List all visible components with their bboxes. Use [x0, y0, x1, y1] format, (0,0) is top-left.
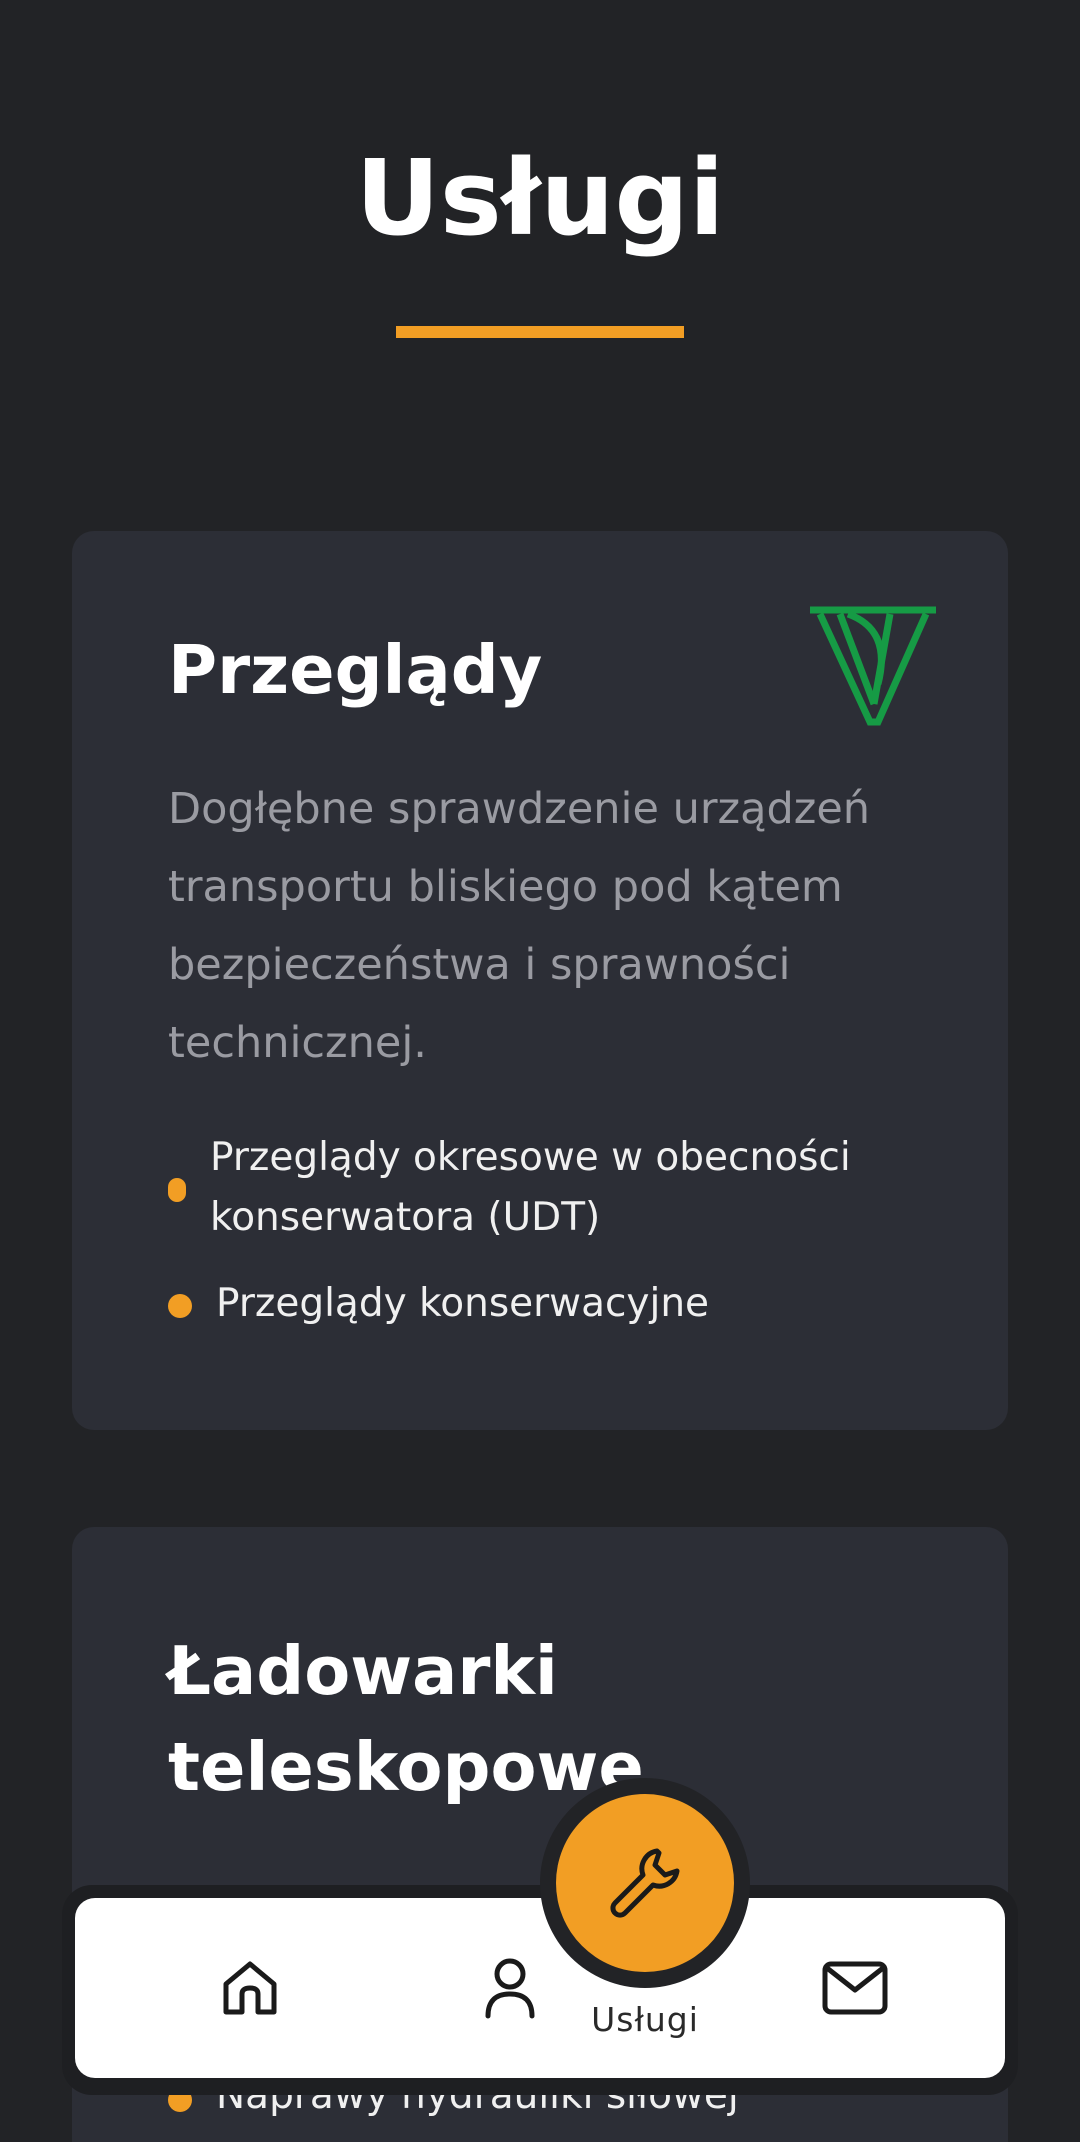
- list-item: Przeglądy okresowe w obecności konserwat…: [168, 1128, 928, 1248]
- nav-services-button[interactable]: [556, 1794, 734, 1972]
- page: Usługi Przeglądy Dogłębne sprawdzenie ur…: [0, 0, 1080, 2142]
- nav-home[interactable]: [175, 1898, 325, 2078]
- list-item: Przeglądy konserwacyjne: [168, 1274, 928, 1334]
- title-underline: [396, 326, 684, 338]
- home-icon: [223, 1961, 277, 2015]
- bullet: [168, 1178, 186, 1202]
- page-title: Usługi: [355, 137, 725, 259]
- card-title: Ładowarki teleskopowe: [168, 1632, 644, 1806]
- wrench-icon: [610, 1848, 680, 1918]
- user-icon: [485, 1958, 535, 2019]
- nav-contact[interactable]: [775, 1898, 935, 2078]
- udt-logo-icon: [810, 606, 936, 726]
- card-title: Przeglądy: [168, 631, 543, 709]
- card-description: Dogłębne sprawdzenie urządzeń transportu…: [168, 784, 871, 1068]
- bottom-nav: [75, 1898, 1005, 2078]
- bullet: [168, 1294, 192, 1318]
- mail-icon: [822, 1961, 888, 2015]
- nav-services-label: Usługi: [591, 2000, 699, 2039]
- feature-text: Przeglądy konserwacyjne: [216, 1281, 710, 1326]
- feature-text: Przeglądy okresowe w obecności konserwat…: [210, 1135, 851, 1240]
